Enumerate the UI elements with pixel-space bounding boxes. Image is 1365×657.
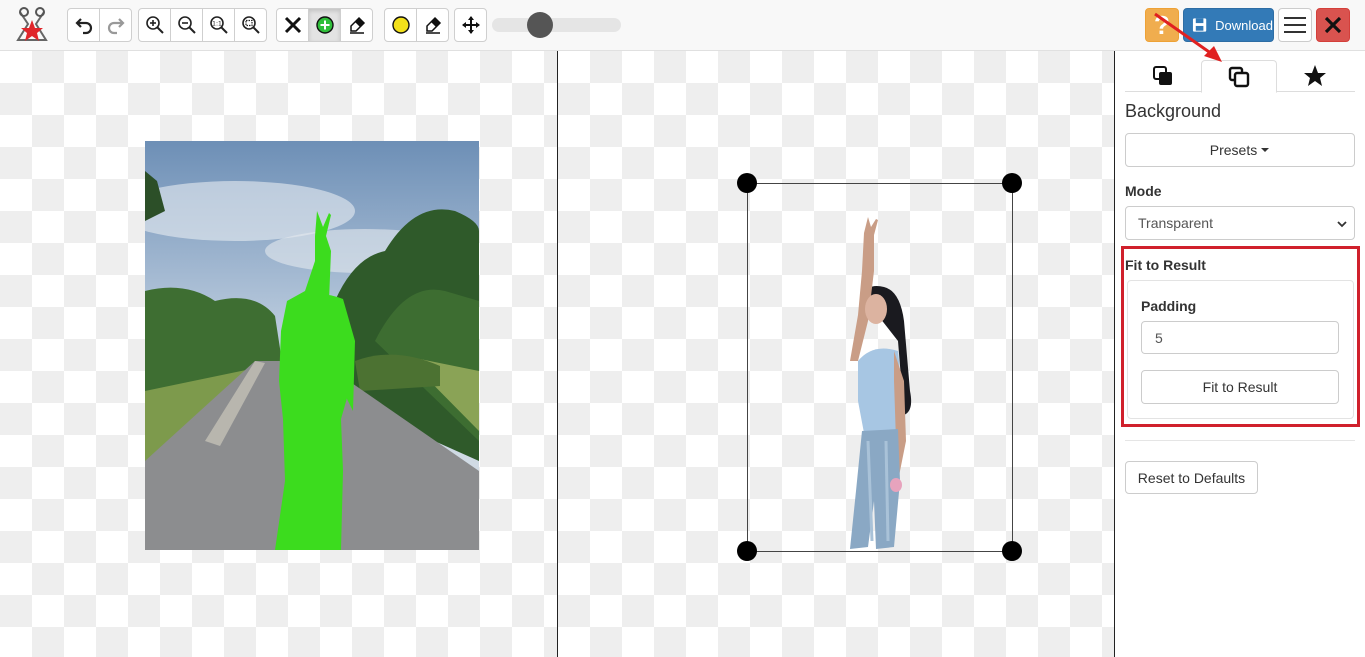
- crop-handle-top-right[interactable]: [1002, 173, 1022, 193]
- redo-icon: [107, 18, 125, 35]
- zoom-in-icon: [145, 16, 164, 34]
- mode-select[interactable]: Transparent: [1125, 206, 1355, 240]
- brush-size-slider[interactable]: [492, 12, 621, 38]
- close-icon: [1324, 16, 1342, 34]
- history-group: [67, 8, 132, 42]
- reset-defaults-button[interactable]: Reset to Defaults: [1125, 461, 1258, 494]
- presets-label: Presets: [1209, 142, 1258, 158]
- download-label: Download: [1215, 17, 1273, 33]
- redo-button[interactable]: [99, 8, 132, 42]
- help-label: ?: [1154, 9, 1170, 40]
- tool-group: [276, 8, 373, 42]
- padding-input[interactable]: 5: [1141, 321, 1339, 354]
- crop-handle-bottom-right[interactable]: [1002, 541, 1022, 561]
- crop-handle-bottom-left[interactable]: [737, 541, 757, 561]
- result-canvas[interactable]: [558, 51, 1114, 657]
- zoom-out-icon: [177, 16, 196, 34]
- logo-icon: [14, 6, 50, 44]
- pan-icon: [461, 16, 480, 34]
- download-button[interactable]: Download: [1183, 8, 1274, 42]
- close-button[interactable]: [1316, 8, 1350, 42]
- svg-text:1:1: 1:1: [212, 21, 222, 28]
- erase-foreground-icon: [349, 16, 365, 34]
- crop-frame[interactable]: [747, 183, 1013, 552]
- original-photo: [145, 141, 479, 550]
- zoom-group: 1:1: [138, 8, 267, 42]
- add-foreground-button[interactable]: [308, 8, 341, 42]
- help-button[interactable]: ?: [1145, 8, 1179, 42]
- copy-icon: [1153, 66, 1172, 85]
- clear-button[interactable]: [276, 8, 309, 42]
- zoom-in-button[interactable]: [138, 8, 171, 42]
- mode-label: Mode: [1125, 183, 1162, 199]
- tab-layers[interactable]: [1125, 60, 1201, 92]
- tab-background[interactable]: [1201, 60, 1277, 93]
- presets-dropdown[interactable]: Presets: [1125, 133, 1355, 167]
- mode-value: Transparent: [1138, 215, 1213, 231]
- pan-group: [454, 8, 487, 42]
- caret-down-icon: [1261, 148, 1270, 152]
- add-background-button[interactable]: [384, 8, 417, 42]
- save-icon: [1192, 18, 1207, 32]
- erase-background-icon: [425, 16, 441, 34]
- background-tool-group: [384, 8, 449, 42]
- hamburger-icon: [1284, 17, 1306, 19]
- fit-section-label: Fit to Result: [1125, 257, 1206, 273]
- zoom-out-button[interactable]: [170, 8, 203, 42]
- add-foreground-icon: [315, 16, 334, 34]
- toolbar: 1:1 ? Download: [0, 0, 1365, 51]
- panel-tabs: [1125, 60, 1355, 93]
- reset-button-label: Reset to Defaults: [1137, 469, 1246, 486]
- undo-icon: [74, 18, 92, 35]
- chevron-down-icon: [1337, 221, 1347, 228]
- zoom-actual-icon: 1:1: [209, 16, 228, 34]
- add-background-icon: [391, 16, 410, 34]
- brush-size-thumb[interactable]: [527, 12, 553, 38]
- pan-button[interactable]: [454, 8, 487, 42]
- panel-divider-line: [1125, 440, 1355, 441]
- fit-button-label: Fit to Result: [1202, 379, 1278, 395]
- undo-button[interactable]: [67, 8, 100, 42]
- crop-handle-top-left[interactable]: [737, 173, 757, 193]
- erase-foreground-button[interactable]: [340, 8, 373, 42]
- zoom-actual-button[interactable]: 1:1: [202, 8, 235, 42]
- clear-icon: [284, 16, 301, 34]
- panel-title: Background: [1125, 101, 1222, 121]
- zoom-fit-button[interactable]: [234, 8, 267, 42]
- erase-background-button[interactable]: [416, 8, 449, 42]
- fit-to-result-button[interactable]: Fit to Result: [1141, 370, 1339, 404]
- settings-panel: Background Presets Mode Transparent Fit …: [1115, 51, 1365, 657]
- zoom-fit-icon: [241, 16, 260, 34]
- padding-label: Padding: [1141, 298, 1197, 314]
- star-icon: [1304, 65, 1326, 86]
- padding-value: 5: [1155, 329, 1163, 346]
- copy-alt-icon: [1228, 66, 1250, 87]
- tab-effects[interactable]: [1277, 60, 1353, 92]
- input-canvas[interactable]: [0, 51, 557, 657]
- menu-button[interactable]: [1278, 8, 1312, 42]
